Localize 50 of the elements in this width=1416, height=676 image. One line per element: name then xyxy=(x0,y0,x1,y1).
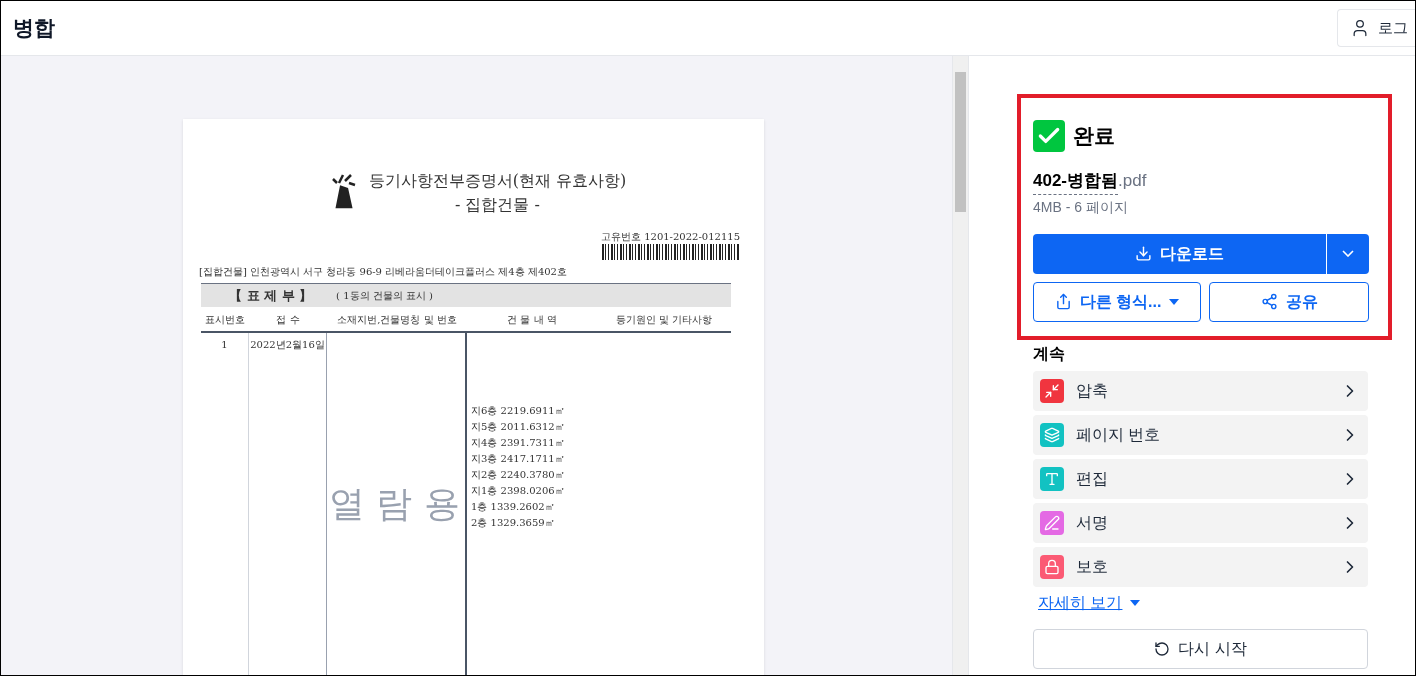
section-note: ( 1동의 건물의 표시 ) xyxy=(336,289,433,303)
download-icon xyxy=(1135,245,1152,262)
floor-area-line: 지6층 2219.6911㎡ xyxy=(471,404,565,418)
file-name: 402-병합됨 xyxy=(1033,168,1119,195)
floor-area-line: 지3층 2417.1711㎡ xyxy=(471,452,565,466)
watermark-text: 열 람 용 xyxy=(329,484,460,524)
column-header: 소재지번,건물명칭 및 번호 xyxy=(336,312,458,327)
tool-item[interactable]: 보호 xyxy=(1033,546,1368,587)
column-header: 표시번호 xyxy=(204,312,246,327)
column-header: 접 수 xyxy=(275,312,301,327)
download-button[interactable]: 다운로드 xyxy=(1033,233,1326,274)
other-format-button[interactable]: 다른 형식... xyxy=(1033,281,1201,322)
column-header: 건 물 내 역 xyxy=(506,312,558,327)
restart-button[interactable]: 다시 시작 xyxy=(1033,628,1368,669)
document-subtitle: - 집합건물 - xyxy=(455,194,540,216)
section-heading: 【 표 제 부 】 xyxy=(229,286,313,305)
share-button[interactable]: 공유 xyxy=(1209,281,1369,322)
upload-icon xyxy=(1054,293,1072,310)
restart-icon xyxy=(1154,640,1171,657)
floor-area-line: 지4층 2391.7311㎡ xyxy=(471,436,565,450)
tool-item[interactable]: 편집 xyxy=(1033,458,1368,499)
floor-area-line: 2층 1329.3659㎡ xyxy=(471,516,556,530)
download-options-button[interactable] xyxy=(1327,233,1369,274)
floor-area-line: 지1층 2398.0206㎡ xyxy=(471,484,565,498)
file-extension: .pdf xyxy=(1118,170,1147,192)
serial-number: 고유번호 1201-2022-012115 xyxy=(601,230,740,244)
tool-item[interactable]: 압축 xyxy=(1033,370,1368,411)
page-title: 병합 xyxy=(13,15,55,42)
status-title: 완료 xyxy=(1073,123,1115,150)
table-cell: 2022년2월16일 xyxy=(250,339,325,350)
column-header: 등기원인 및 기타사항 xyxy=(614,312,714,327)
file-info: 4MB - 6 페이지 xyxy=(1033,197,1129,217)
login-button[interactable]: 로그 xyxy=(1337,9,1415,47)
document-title: 등기사항전부증명서(현재 유효사항) xyxy=(368,170,627,192)
more-link[interactable]: 자세히 보기 xyxy=(1038,590,1123,615)
property-address: [집합건물] 인천광역시 서구 청라동 96-9 리베라움더테이크플러스 제4층 제402호 xyxy=(199,265,568,279)
caret-icon xyxy=(1130,599,1141,606)
floor-area-line: 1층 1339.2602㎡ xyxy=(471,500,556,514)
share-icon xyxy=(1260,293,1278,310)
barcode-icon xyxy=(602,244,740,260)
floor-area-line: 지5층 2011.6312㎡ xyxy=(471,420,565,434)
continue-heading: 계속 xyxy=(1033,343,1066,364)
tool-item[interactable]: 페이지 번호 xyxy=(1033,414,1368,455)
scrollbar[interactable] xyxy=(952,56,968,675)
check-icon xyxy=(1033,120,1065,152)
chevron-down-icon xyxy=(1342,250,1354,257)
caret-icon xyxy=(1169,298,1180,305)
table-cell: 1 xyxy=(221,339,228,350)
floor-area-line: 지2층 2240.3780㎡ xyxy=(471,468,565,482)
tool-item[interactable]: 서명 xyxy=(1033,502,1368,543)
